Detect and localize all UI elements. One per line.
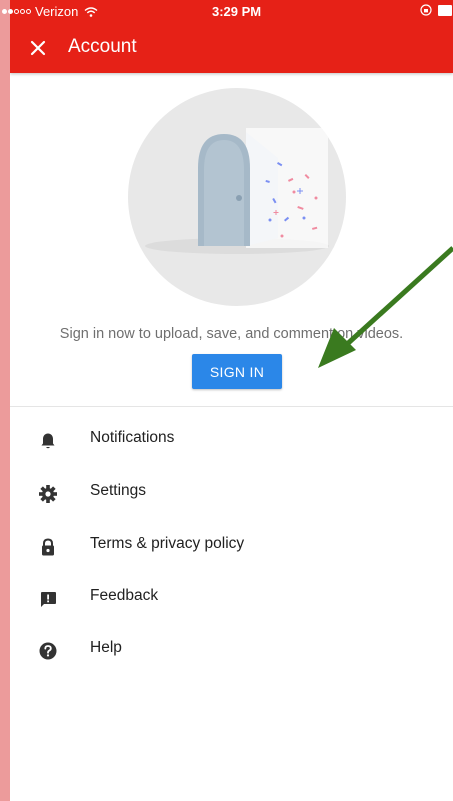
close-icon — [30, 40, 46, 56]
toolbar: Account — [10, 22, 453, 73]
bell-icon — [36, 429, 60, 453]
close-button[interactable] — [24, 34, 52, 62]
app-screen: Account Sign in now to upload, save, and… — [10, 0, 453, 801]
menu-item-settings[interactable]: Settings — [10, 470, 453, 516]
menu-item-help[interactable]: Help — [10, 627, 453, 673]
door-illustration-icon — [145, 128, 329, 254]
feedback-icon — [36, 587, 60, 611]
page-title: Account — [68, 36, 137, 57]
menu-item-label: Settings — [90, 482, 147, 499]
menu-item-label: Terms & privacy policy — [90, 535, 245, 552]
status-left: Verizon — [2, 4, 98, 19]
signal-strength-icon — [2, 9, 31, 14]
sign-in-prompt: Sign in now to upload, save, and comment… — [59, 326, 404, 342]
help-icon — [36, 639, 60, 663]
status-bar: Verizon 3:29 PM — [0, 0, 453, 22]
menu-item-label: Help — [90, 639, 122, 656]
wifi-icon — [84, 6, 98, 17]
status-time: 3:29 PM — [212, 4, 262, 19]
sign-in-illustration — [128, 88, 346, 306]
menu-item-label: Feedback — [90, 587, 159, 604]
battery-icon — [438, 4, 452, 16]
status-right — [420, 4, 452, 16]
menu-item-feedback[interactable]: Feedback — [10, 575, 453, 621]
gear-icon — [36, 482, 60, 506]
sign-in-button[interactable]: SIGN IN — [192, 354, 282, 389]
menu-item-notifications[interactable]: Notifications — [10, 417, 453, 463]
menu-item-label: Notifications — [90, 429, 175, 446]
divider — [10, 406, 453, 407]
rotation-lock-icon — [420, 4, 432, 16]
menu-item-terms[interactable]: Terms & privacy policy — [10, 523, 453, 569]
lock-icon — [36, 535, 60, 559]
left-edge-stripe — [0, 0, 10, 801]
carrier-name: Verizon — [35, 4, 79, 19]
